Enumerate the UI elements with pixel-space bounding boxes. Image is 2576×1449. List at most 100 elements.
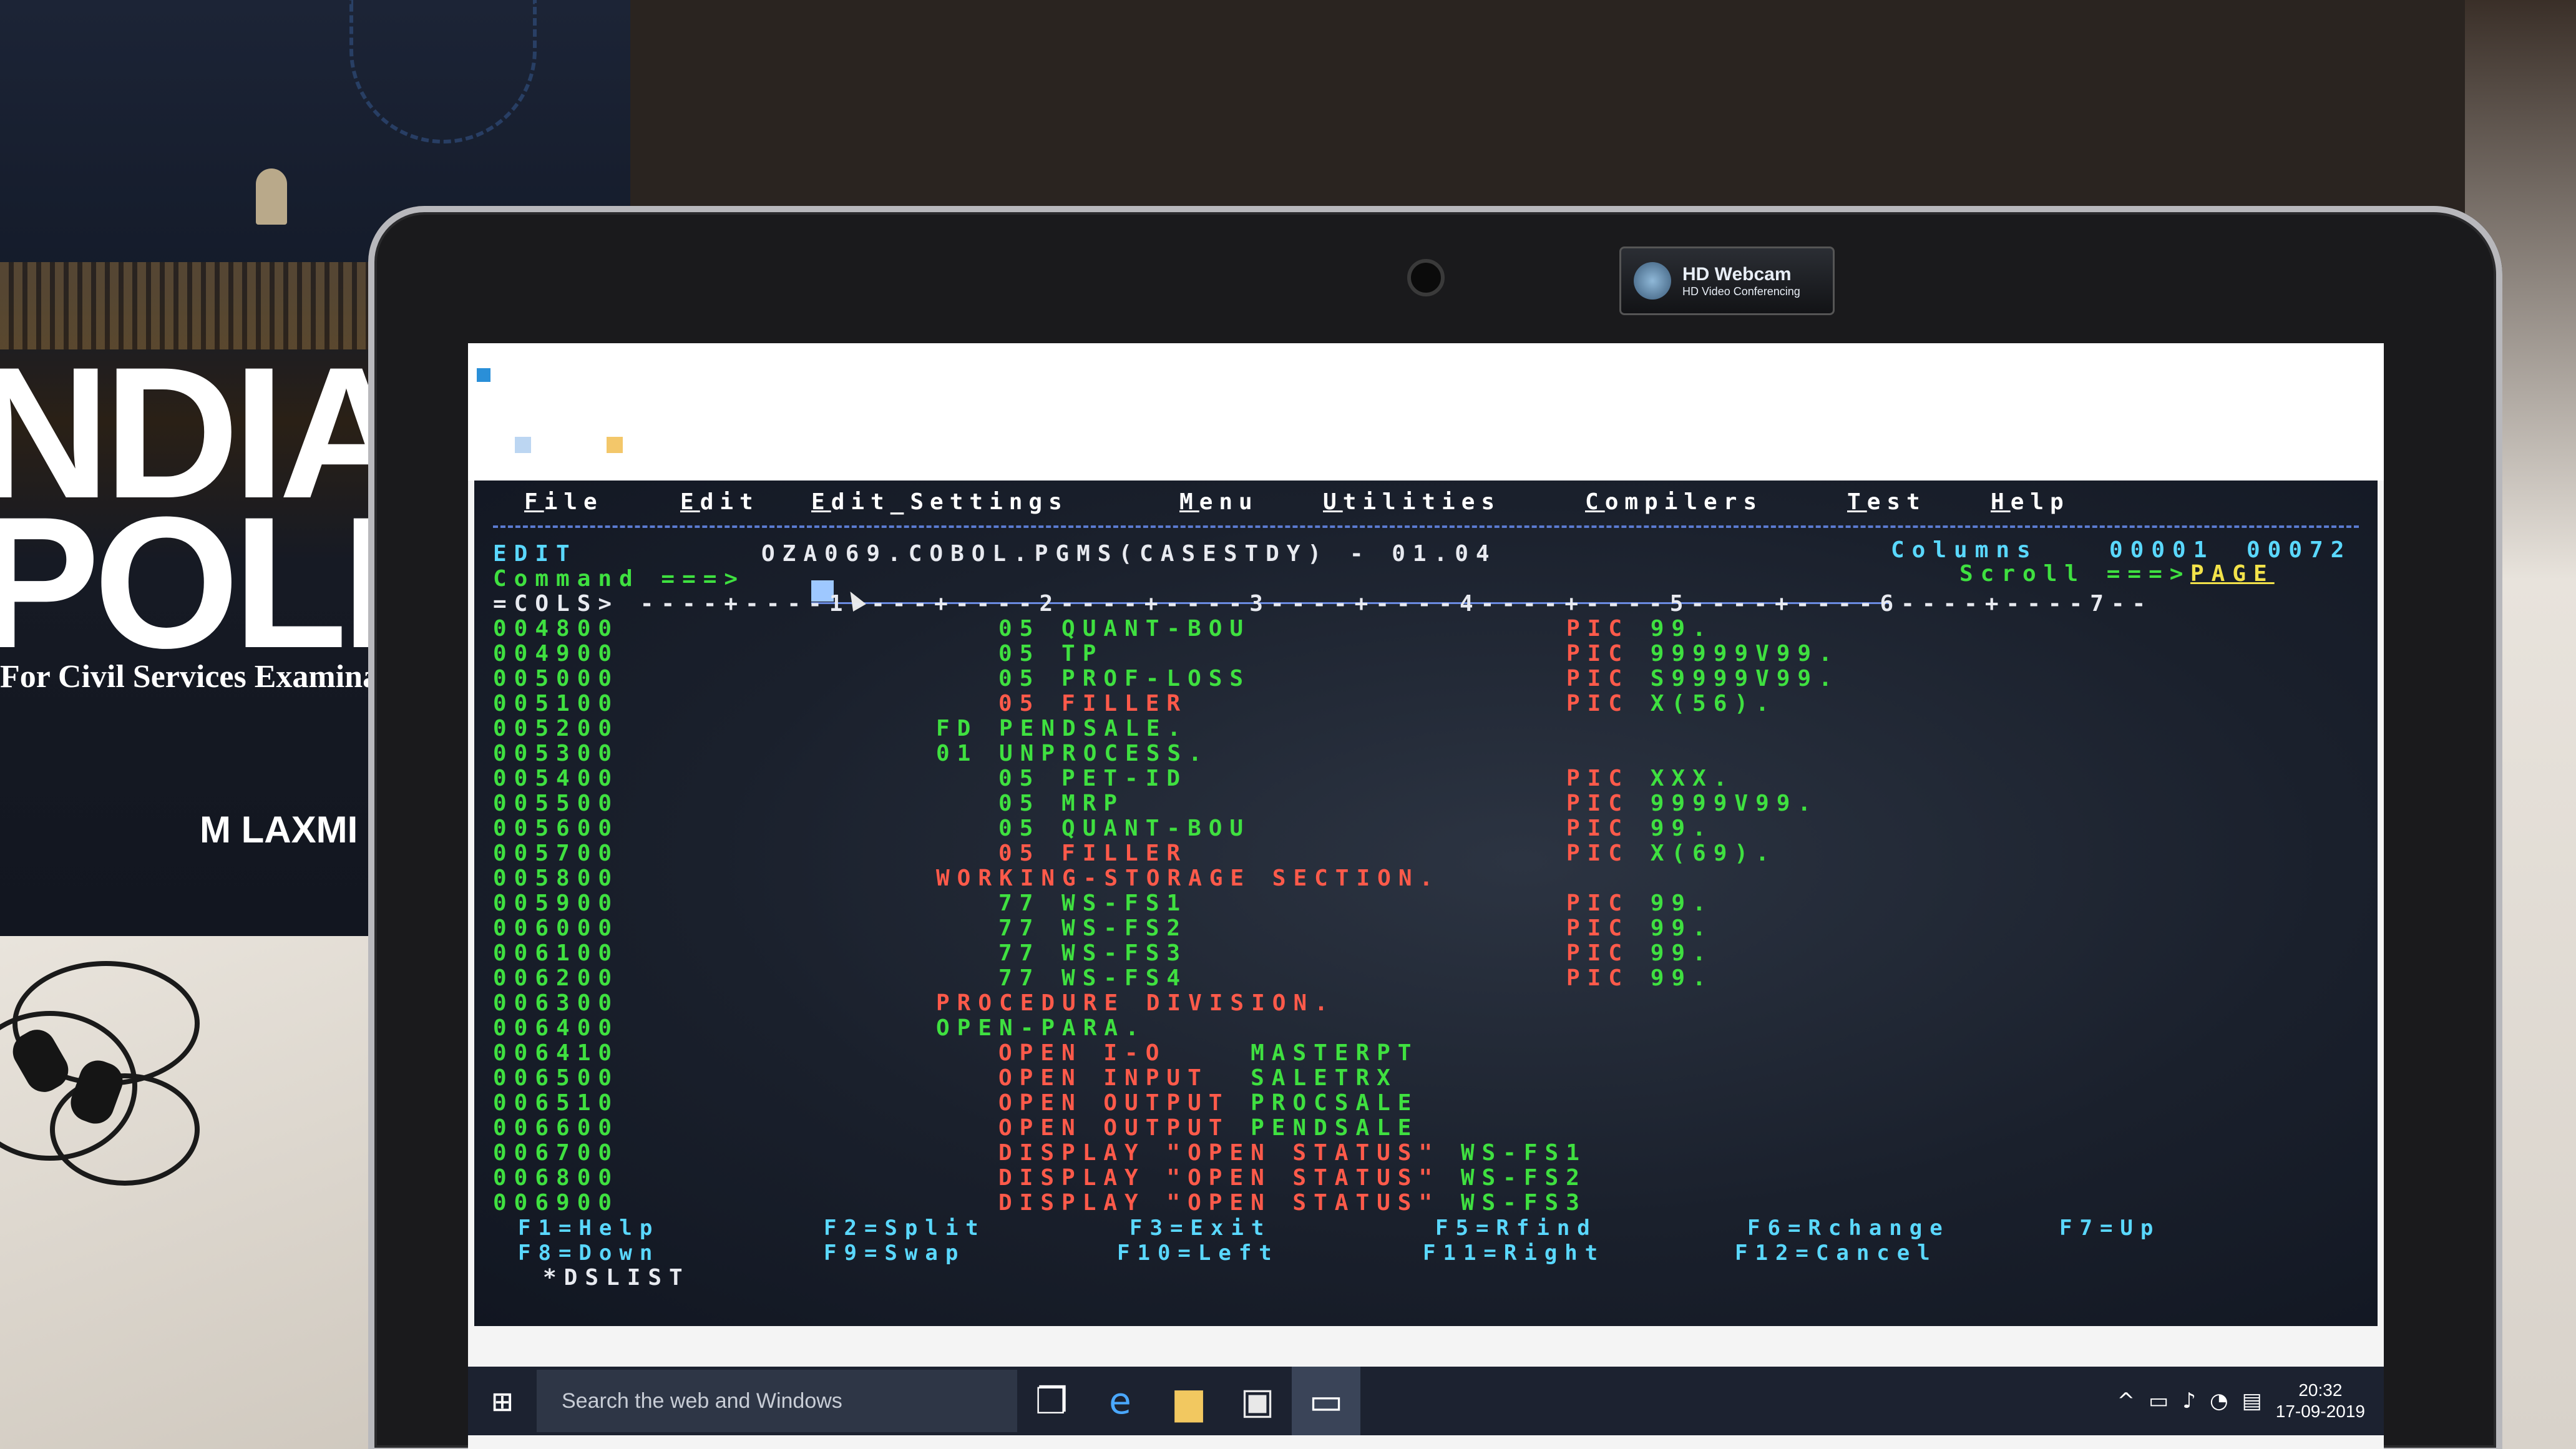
wifi-icon[interactable]: ◔ (2210, 1388, 2228, 1413)
store-icon[interactable]: ▣ (1223, 1367, 1292, 1435)
line-number[interactable]: 005800 (493, 866, 619, 891)
source-code[interactable]: 05 FILLER (998, 841, 1188, 866)
line-number[interactable]: 006510 (493, 1091, 619, 1116)
source-code[interactable]: 77 WS-FS3 (998, 941, 1188, 966)
taskbar-clock[interactable]: 20:32 17-09-2019 (2276, 1380, 2365, 1422)
pic-clause[interactable]: PIC 99. (1566, 617, 1714, 642)
source-code[interactable]: 05 QUANT-BOU (998, 617, 1251, 642)
pic-clause[interactable]: PIC X(56). (1566, 691, 1777, 716)
source-code[interactable]: OPEN-PARA. (936, 1016, 1146, 1041)
volume-icon[interactable]: ♪ (2182, 1388, 2196, 1413)
line-number[interactable]: 005500 (493, 791, 619, 816)
source-code[interactable]: DISPLAY "OPEN STATUS" WS-FS3 (998, 1191, 1587, 1216)
chevron-up-icon[interactable]: ^ (2117, 1388, 2135, 1413)
pic-clause[interactable]: PIC 99. (1566, 916, 1714, 941)
line-number[interactable]: 005100 (493, 691, 619, 716)
menu-compilers[interactable]: Compilers (1585, 489, 1763, 515)
pic-clause[interactable]: PIC 99999V99. (1566, 642, 1840, 666)
source-code[interactable]: PROCEDURE DIVISION. (936, 991, 1335, 1016)
terminal-app-icon[interactable]: ▭ (1292, 1367, 1360, 1435)
fkey-f11-right[interactable]: F11=Right (1423, 1241, 1605, 1266)
source-code[interactable]: 05 PROF-LOSS (998, 666, 1251, 691)
fkey-f5-rfind[interactable]: F5=Rfind (1435, 1216, 1598, 1241)
pic-clause[interactable]: PIC 99. (1566, 816, 1714, 841)
source-code[interactable]: OPEN INPUT SALETRX (998, 1066, 1398, 1091)
pic-clause[interactable]: PIC 99. (1566, 966, 1714, 991)
line-number[interactable]: 006200 (493, 966, 619, 991)
source-code[interactable]: 01 UNPROCESS. (936, 741, 1209, 766)
line-number[interactable]: 006500 (493, 1066, 619, 1091)
line-number[interactable]: 005400 (493, 766, 619, 791)
source-code[interactable]: OPEN OUTPUT PENDSALE (998, 1116, 1418, 1141)
line-number[interactable]: 006100 (493, 941, 619, 966)
fkey-f9-swap[interactable]: F9=Swap (824, 1241, 965, 1266)
taskbar-search-input[interactable]: Search the web and Windows (537, 1370, 1017, 1432)
line-number[interactable]: 006400 (493, 1016, 619, 1041)
toolbar-icon[interactable] (515, 437, 531, 453)
menu-utilities[interactable]: Utilities (1323, 489, 1501, 515)
fkey-f7-up[interactable]: F7=Up (2059, 1216, 2160, 1241)
line-number[interactable]: 006410 (493, 1041, 619, 1066)
line-number[interactable]: 006300 (493, 991, 619, 1016)
window-titlebar[interactable] (468, 343, 2384, 481)
line-number[interactable]: 005200 (493, 716, 619, 741)
line-number[interactable]: 006900 (493, 1191, 619, 1216)
menu-menu[interactable]: Menu (1179, 489, 1259, 515)
start-windows-icon[interactable]: ⊞ (468, 1367, 537, 1435)
line-number[interactable]: 005000 (493, 666, 619, 691)
line-number[interactable]: 005700 (493, 841, 619, 866)
source-code[interactable]: 77 WS-FS4 (998, 966, 1188, 991)
source-code[interactable]: DISPLAY "OPEN STATUS" WS-FS2 (998, 1166, 1587, 1191)
source-code[interactable]: FD PENDSALE. (936, 716, 1188, 741)
fkey-f8-down[interactable]: F8=Down (518, 1241, 660, 1266)
menu-edit[interactable]: Edit (680, 489, 759, 515)
menu-help[interactable]: Help (1991, 489, 2070, 515)
line-number[interactable]: 005600 (493, 816, 619, 841)
fkey-f3-exit[interactable]: F3=Exit (1129, 1216, 1271, 1241)
line-number[interactable]: 006600 (493, 1116, 619, 1141)
line-number[interactable]: 004800 (493, 617, 619, 642)
notification-icon[interactable]: ▤ (2242, 1388, 2262, 1413)
source-code[interactable]: 05 MRP (998, 791, 1125, 816)
pic-clause[interactable]: PIC XXX. (1566, 766, 1734, 791)
source-code[interactable]: DISPLAY "OPEN STATUS" WS-FS1 (998, 1141, 1587, 1166)
line-number[interactable]: 005900 (493, 891, 619, 916)
toolbar-icon[interactable] (607, 437, 623, 453)
line-number[interactable]: 006700 (493, 1141, 619, 1166)
line-number[interactable]: 006000 (493, 916, 619, 941)
source-code[interactable]: 05 FILLER (998, 691, 1188, 716)
task-view-icon[interactable]: ❐ (1017, 1367, 1086, 1435)
edge-icon[interactable]: e (1086, 1367, 1154, 1435)
pic-clause[interactable]: PIC 99. (1566, 891, 1714, 916)
source-code[interactable]: 77 WS-FS2 (998, 916, 1188, 941)
source-code[interactable]: 05 QUANT-BOU (998, 816, 1251, 841)
pic-clause[interactable]: PIC S9999V99. (1566, 666, 1840, 691)
fkey-f2-split[interactable]: F2=Split (824, 1216, 986, 1241)
source-code[interactable]: 05 PET-ID (998, 766, 1188, 791)
column-ruler: =COLS> ----+----1----+----2----+----3---… (493, 591, 2154, 617)
line-number[interactable]: 005300 (493, 741, 619, 766)
line-number[interactable]: 004900 (493, 642, 619, 666)
scroll-amount-field[interactable]: PAGE (2190, 562, 2275, 587)
source-code[interactable]: 77 WS-FS1 (998, 891, 1188, 916)
pic-clause[interactable]: PIC X(69). (1566, 841, 1777, 866)
fkey-f1-help[interactable]: F1=Help (518, 1216, 660, 1241)
menu-test[interactable]: Test (1847, 489, 1926, 515)
battery-icon[interactable]: ▭ (2149, 1388, 2169, 1413)
pic-clause[interactable]: PIC 99. (1566, 941, 1714, 966)
file-explorer-icon[interactable]: ▆ (1154, 1367, 1223, 1435)
line-number[interactable]: 006800 (493, 1166, 619, 1191)
menu-file[interactable]: File (524, 489, 603, 515)
ispf-terminal[interactable]: File Edit Edit_Settings Menu Utilities C… (474, 481, 2378, 1326)
fkey-f10-left[interactable]: F10=Left (1117, 1241, 1279, 1266)
chakra-graphic (349, 0, 537, 144)
fkey-f6-rchange[interactable]: F6=Rchange (1747, 1216, 1950, 1241)
pic-clause[interactable]: PIC 9999V99. (1566, 791, 1818, 816)
source-code[interactable]: 05 TP (998, 642, 1103, 666)
source-code[interactable]: OPEN OUTPUT PROCSALE (998, 1091, 1418, 1116)
dslist-shortcut[interactable]: *DSLIST (543, 1266, 690, 1290)
menu-edit-settings[interactable]: Edit_Settings (811, 489, 1068, 515)
source-code[interactable]: OPEN I-O MASTERPT (998, 1041, 1418, 1066)
source-code[interactable]: WORKING-STORAGE SECTION. (936, 866, 1440, 891)
fkey-f12-cancel[interactable]: F12=Cancel (1735, 1241, 1938, 1266)
